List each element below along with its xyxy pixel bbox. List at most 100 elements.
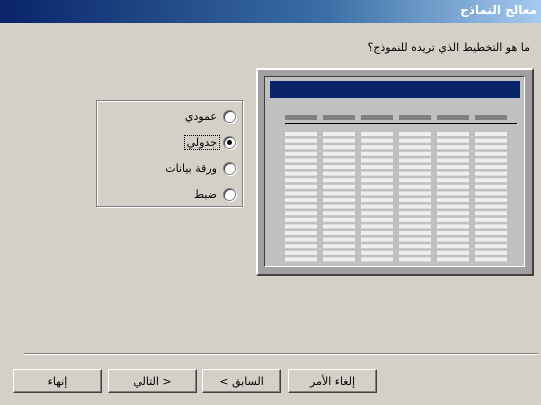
- preview-cell: [437, 178, 469, 183]
- preview-cell: [361, 231, 393, 235]
- option-datasheet[interactable]: ورقة بيانات: [163, 159, 236, 177]
- option-columnar[interactable]: عمودي: [183, 107, 236, 125]
- radio-tabular[interactable]: [223, 135, 236, 149]
- option-tabular[interactable]: جدولي: [183, 133, 236, 151]
- finish-button[interactable]: إنهاء: [13, 369, 102, 393]
- preview-cell: [323, 132, 355, 136]
- preview-column-header: [475, 115, 507, 120]
- preview-cell: [361, 138, 393, 143]
- preview-cell: [437, 138, 469, 143]
- preview-cell: [475, 217, 507, 222]
- preview-cell: [475, 231, 507, 235]
- preview-column-header: [285, 115, 317, 120]
- preview-cell: [437, 211, 469, 216]
- preview-cell: [437, 217, 469, 222]
- preview-cell: [323, 178, 355, 183]
- preview-cell: [475, 132, 507, 136]
- preview-cell: [399, 132, 431, 136]
- preview-cell: [285, 204, 317, 209]
- preview-cell: [323, 237, 355, 242]
- preview-cell: [285, 211, 317, 216]
- preview-cell: [475, 204, 507, 209]
- preview-cell: [361, 217, 393, 222]
- preview-cell: [399, 250, 431, 255]
- preview-cell: [323, 250, 355, 255]
- preview-cell: [361, 178, 393, 183]
- preview-cell: [475, 151, 507, 156]
- radio-justified[interactable]: [223, 187, 236, 201]
- radio-datasheet[interactable]: [223, 161, 236, 175]
- preview-cell: [285, 231, 317, 235]
- preview-cell: [323, 191, 355, 196]
- preview-cell: [285, 237, 317, 242]
- preview-column-header: [399, 115, 431, 120]
- preview-cell: [285, 132, 317, 136]
- preview-cell: [475, 237, 507, 242]
- preview-cell: [399, 244, 431, 249]
- preview-cell: [437, 151, 469, 156]
- preview-cell: [399, 211, 431, 216]
- preview-cell: [361, 224, 393, 229]
- preview-cell: [323, 257, 355, 262]
- preview-cell: [361, 132, 393, 136]
- preview-cell: [437, 171, 469, 176]
- layout-preview-canvas: [264, 76, 525, 267]
- preview-cell: [285, 145, 317, 150]
- title-bar: معالج النماذج: [0, 0, 541, 23]
- preview-cell: [361, 211, 393, 216]
- preview-cell: [437, 191, 469, 196]
- preview-cell: [323, 138, 355, 143]
- preview-cell: [475, 145, 507, 150]
- preview-cell: [475, 191, 507, 196]
- preview-cell: [361, 198, 393, 202]
- preview-cell: [399, 158, 431, 163]
- preview-cell: [437, 224, 469, 229]
- preview-cell: [475, 211, 507, 216]
- preview-cell: [475, 224, 507, 229]
- preview-cell: [285, 184, 317, 189]
- preview-cell: [475, 257, 507, 262]
- preview-column-header: [437, 115, 469, 120]
- preview-cell: [323, 224, 355, 229]
- preview-cell: [437, 165, 469, 169]
- preview-column-header: [323, 115, 355, 120]
- preview-cell: [361, 158, 393, 163]
- cancel-button[interactable]: إلغاء الأمر: [288, 369, 377, 393]
- preview-cell: [285, 171, 317, 176]
- preview-cell: [361, 165, 393, 169]
- preview-cell: [475, 165, 507, 169]
- preview-cell: [437, 145, 469, 150]
- option-justified-label: ضبط: [193, 187, 217, 201]
- preview-cell: [437, 204, 469, 209]
- preview-cell: [399, 165, 431, 169]
- preview-cell: [399, 204, 431, 209]
- preview-header-line: [285, 123, 517, 124]
- preview-cell: [361, 244, 393, 249]
- preview-cell: [323, 244, 355, 249]
- radio-columnar[interactable]: [223, 109, 236, 123]
- preview-cell: [475, 184, 507, 189]
- preview-cell: [285, 191, 317, 196]
- preview-cell: [285, 138, 317, 143]
- preview-cell: [437, 132, 469, 136]
- preview-cell: [285, 151, 317, 156]
- preview-cell: [361, 145, 393, 150]
- preview-cell: [399, 171, 431, 176]
- preview-cell: [285, 257, 317, 262]
- preview-cell: [285, 165, 317, 169]
- preview-cell: [323, 158, 355, 163]
- preview-cell: [323, 145, 355, 150]
- option-justified[interactable]: ضبط: [192, 185, 236, 203]
- preview-cell: [475, 198, 507, 202]
- back-button[interactable]: < السابق: [202, 369, 281, 393]
- preview-cell: [323, 217, 355, 222]
- preview-cell: [323, 204, 355, 209]
- next-button[interactable]: التالي >: [108, 369, 197, 393]
- preview-cell: [437, 244, 469, 249]
- option-tabular-label: جدولي: [183, 134, 221, 150]
- preview-cell: [323, 198, 355, 202]
- preview-cell: [361, 191, 393, 196]
- preview-cell: [285, 198, 317, 202]
- preview-cell: [323, 184, 355, 189]
- preview-cell: [399, 224, 431, 229]
